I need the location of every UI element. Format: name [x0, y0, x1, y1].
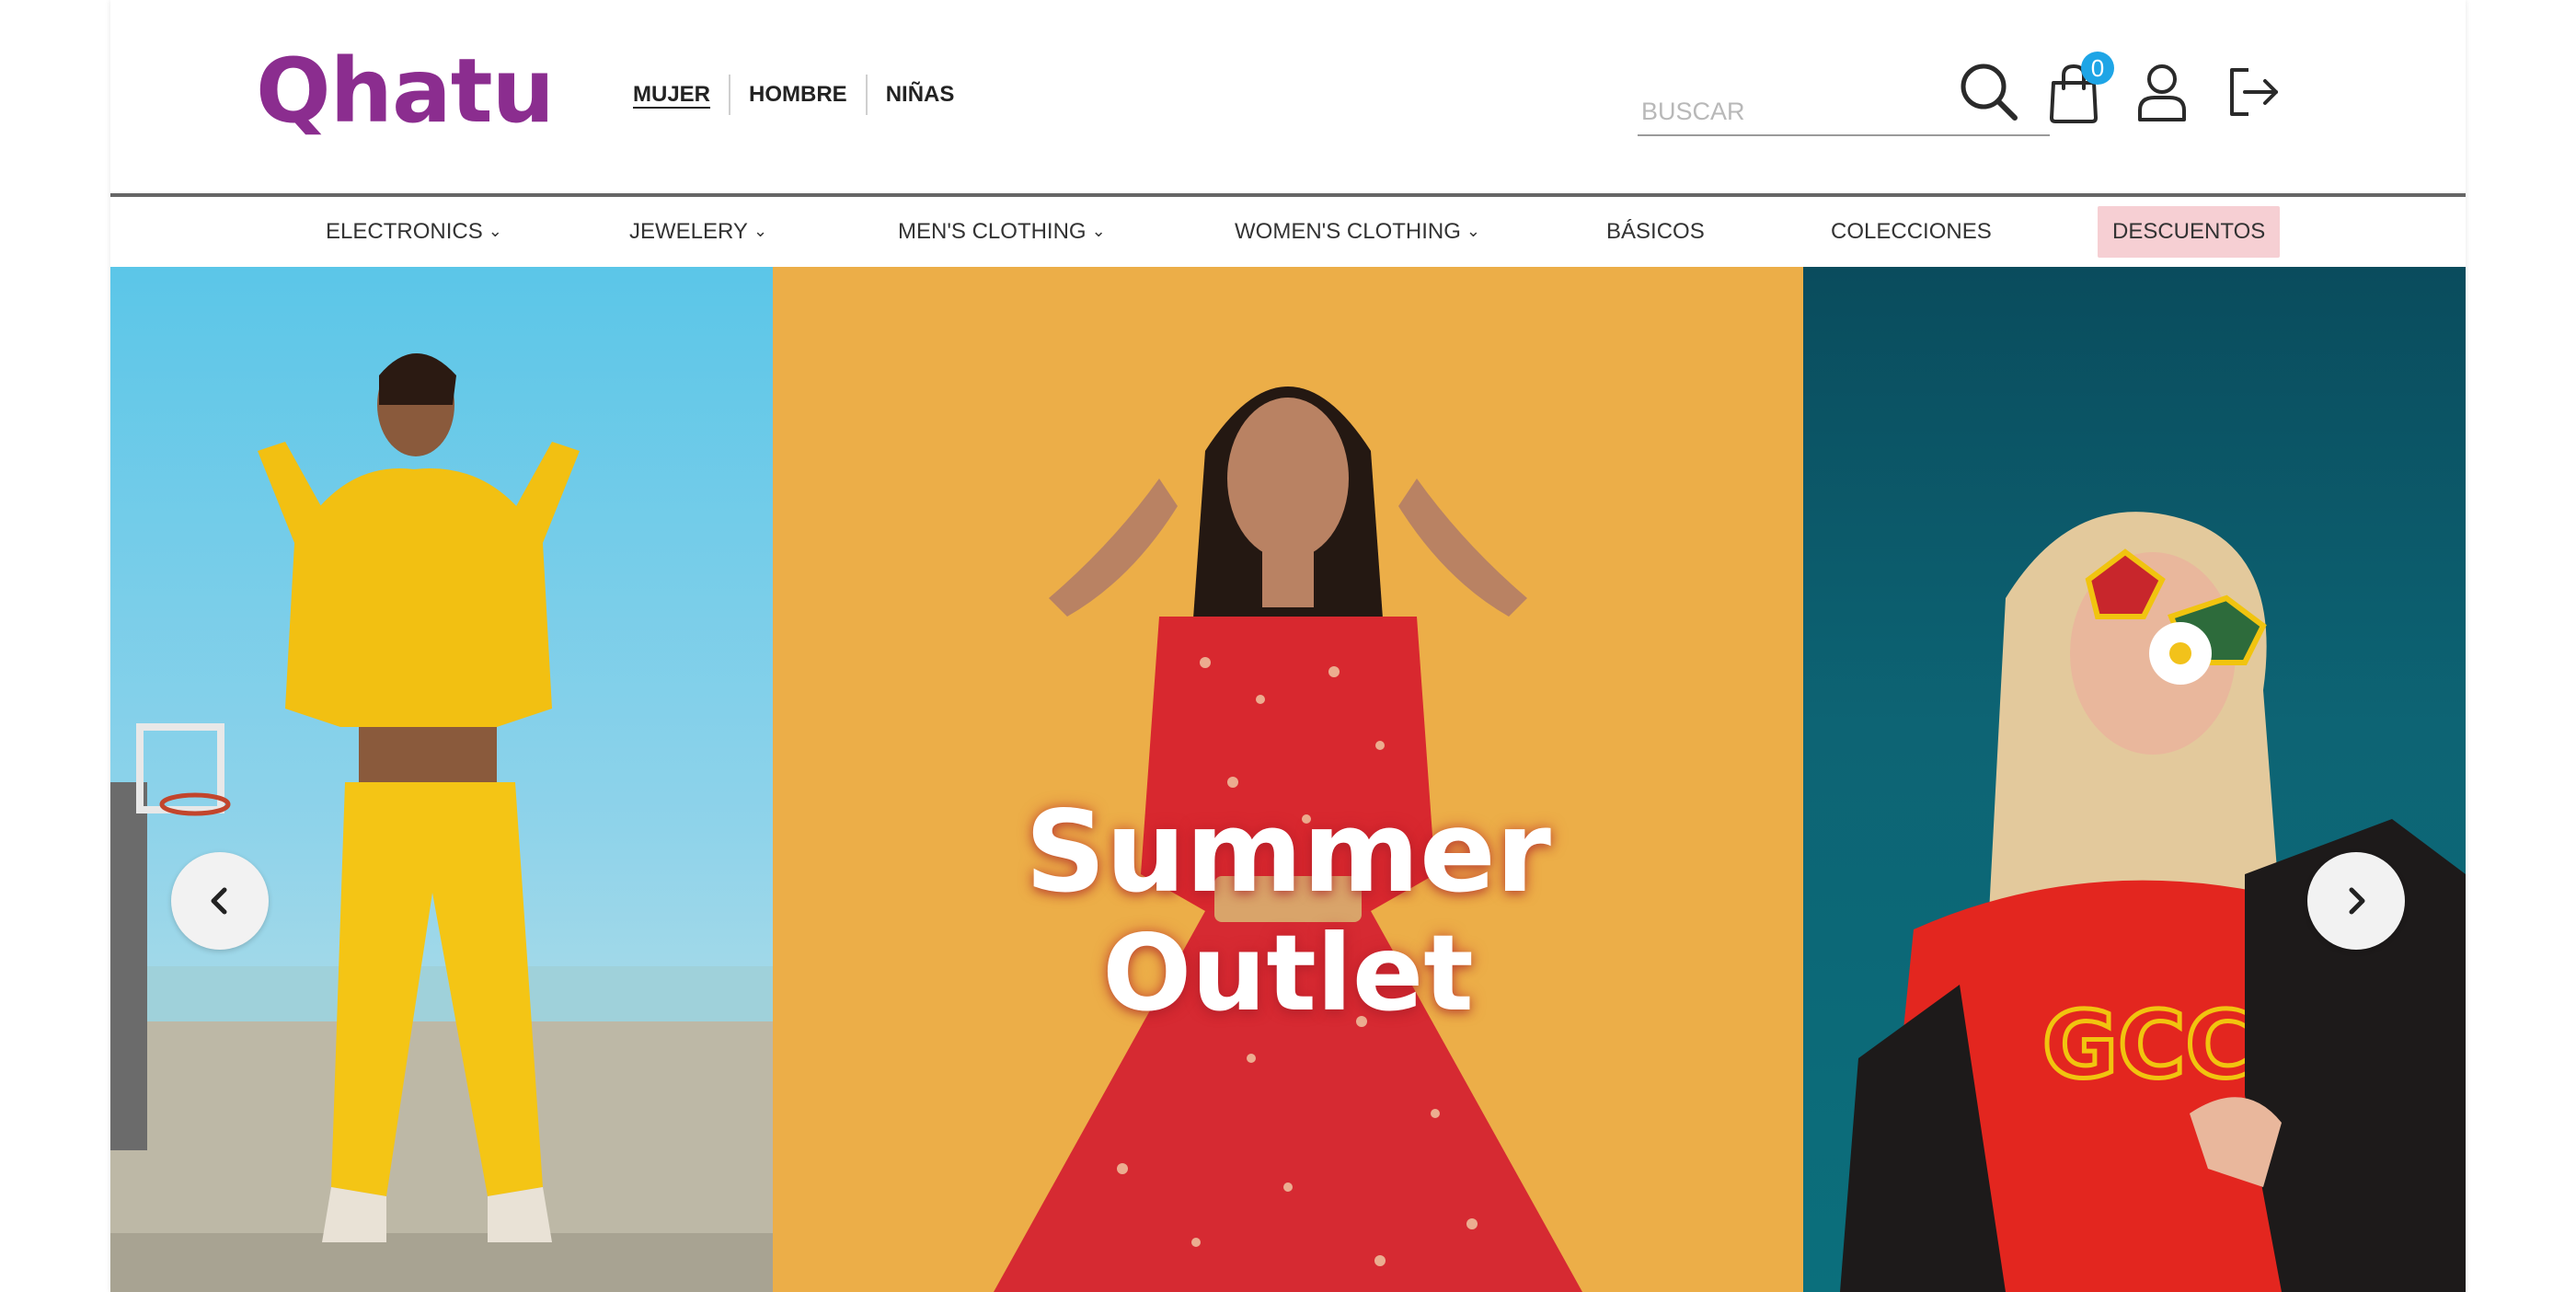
banner-title-line1: Summer [1025, 787, 1551, 917]
category-colecciones[interactable]: COLECCIONES [1831, 206, 1992, 258]
gender-link-hombre[interactable]: HOMBRE [730, 75, 866, 115]
category-womens-clothing[interactable]: WOMEN'S CLOTHING ⌄ [1235, 206, 1480, 258]
carousel-image-red-dress [773, 267, 1803, 1292]
category-nav: ELECTRONICS ⌄ JEWELERY ⌄ MEN'S CLOTHING ⌄ W… [110, 197, 2466, 267]
cart-button[interactable]: 0 [2039, 52, 2114, 127]
hero-carousel: GCC Summer Outlet [110, 267, 2466, 1292]
chevron-down-icon: ⌄ [753, 222, 768, 240]
logout-button[interactable] [2219, 57, 2289, 127]
brand-logo[interactable]: Qhatu [256, 40, 555, 142]
user-icon [2138, 64, 2186, 121]
chevron-down-icon: ⌄ [1091, 222, 1106, 240]
cart-count-badge: 0 [2081, 52, 2114, 85]
logout-icon [2230, 68, 2278, 116]
gender-nav: MUJER HOMBRE NIÑAS [615, 72, 972, 118]
carousel-prev-button[interactable] [171, 852, 269, 950]
carousel-image-sunglasses-girl: GCC [1803, 267, 2466, 1292]
gender-link-ninas[interactable]: NIÑAS [868, 75, 973, 115]
page: Qhatu MUJER HOMBRE NIÑAS 0 [110, 0, 2466, 1292]
chevron-down-icon: ⌄ [488, 222, 502, 240]
svg-text:GCC: GCC [2042, 991, 2253, 1099]
account-button[interactable] [2127, 57, 2197, 127]
search-button[interactable] [1954, 57, 2024, 127]
chevron-left-icon [211, 887, 227, 915]
category-basicos[interactable]: BÁSICOS [1606, 206, 1705, 258]
category-electronics[interactable]: ELECTRONICS ⌄ [326, 206, 502, 258]
chevron-down-icon: ⌄ [1466, 222, 1481, 240]
carousel-next-button[interactable] [2307, 852, 2405, 950]
category-jewelery[interactable]: JEWELERY ⌄ [629, 206, 767, 258]
search-icon [1961, 63, 2018, 121]
category-descuentos[interactable]: DESCUENTOS [2098, 206, 2281, 258]
banner-title-line2: Outlet [1102, 912, 1474, 1034]
carousel-image-yellow-tracksuit [110, 267, 773, 1292]
banner-title: Summer Outlet [773, 796, 1803, 1026]
gender-link-mujer[interactable]: MUJER [615, 75, 729, 115]
site-header: Qhatu MUJER HOMBRE NIÑAS 0 [110, 0, 2466, 195]
chevron-right-icon [2349, 887, 2365, 915]
category-mens-clothing[interactable]: MEN'S CLOTHING ⌄ [898, 206, 1106, 258]
